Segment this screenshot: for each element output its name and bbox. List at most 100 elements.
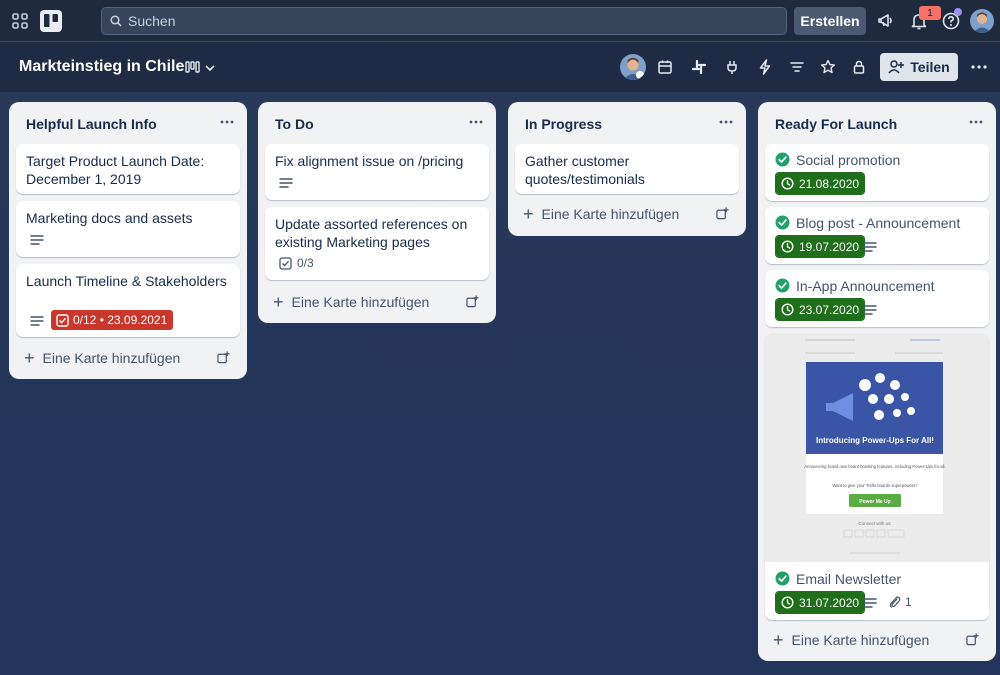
- more-icon[interactable]: [970, 59, 988, 75]
- card-title: In-App Announcement: [796, 278, 935, 294]
- newsletter-preview-image: Introducing Power-Ups For All! Announcin…: [765, 333, 989, 562]
- card-template-icon[interactable]: [716, 207, 729, 220]
- add-card-button[interactable]: + Eine Karte hinzufügen: [773, 630, 983, 650]
- list-title[interactable]: To Do: [275, 116, 314, 132]
- card[interactable]: Gather customer quotes/testimonials: [515, 144, 739, 194]
- search-field[interactable]: [101, 7, 787, 35]
- description-icon: [30, 235, 44, 245]
- due-date-badge[interactable]: 19.07.2020: [774, 235, 866, 258]
- card[interactable]: Blog post - Announcement 19.07.2020: [765, 207, 989, 264]
- checklist-icon: [279, 256, 292, 270]
- list-menu-icon[interactable]: [219, 116, 235, 128]
- avatar[interactable]: [970, 9, 994, 33]
- list-ready-for-launch: Ready For Launch Social promotion 21.08.…: [758, 102, 996, 661]
- list-header: Ready For Launch: [758, 102, 996, 144]
- paperclip-icon: [889, 596, 901, 608]
- plus-icon: +: [523, 203, 534, 224]
- list-helpful-launch-info: Helpful Launch Info Target Product Launc…: [9, 102, 247, 379]
- card-title: Social promotion: [796, 152, 901, 168]
- complete-check-icon[interactable]: [775, 152, 790, 167]
- newsletter-body: Announcing brand new board boosting feat…: [804, 464, 945, 469]
- list-title[interactable]: Ready For Launch: [775, 116, 897, 132]
- list-to-do: To Do Fix alignment issue on /pricing Up…: [258, 102, 496, 323]
- due-date-badge[interactable]: 21.08.2020: [774, 172, 866, 195]
- list-title[interactable]: Helpful Launch Info: [26, 116, 157, 132]
- lock-icon[interactable]: [850, 58, 868, 76]
- description-icon: [30, 316, 44, 326]
- complete-check-icon[interactable]: [775, 215, 790, 230]
- list-menu-icon[interactable]: [718, 116, 734, 128]
- power-up-icon[interactable]: [723, 58, 741, 76]
- card-template-icon[interactable]: [217, 351, 230, 364]
- card[interactable]: Target Product Launch Date: December 1, …: [16, 144, 240, 194]
- card-title: Target Product Launch Date: December 1, …: [26, 153, 205, 187]
- star-icon[interactable]: [819, 58, 837, 76]
- add-card-label: Eine Karte hinzufügen: [541, 206, 680, 222]
- clock-icon: [781, 303, 794, 316]
- card-template-icon[interactable]: [466, 295, 479, 308]
- card[interactable]: Social promotion 21.08.2020: [765, 144, 989, 201]
- list-title[interactable]: In Progress: [525, 116, 602, 132]
- description-icon: [279, 178, 293, 188]
- plus-icon: +: [773, 629, 784, 650]
- checklist-count: 0/3: [297, 256, 314, 270]
- avatar[interactable]: [620, 54, 646, 80]
- calendar-icon[interactable]: [656, 58, 674, 76]
- add-card-button[interactable]: + Eine Karte hinzufügen: [523, 204, 733, 224]
- due-date-badge[interactable]: 31.07.2020: [774, 591, 866, 614]
- trello-logo-icon[interactable]: [40, 10, 62, 32]
- card-title: Marketing docs and assets: [26, 210, 193, 226]
- card-title: Blog post - Announcement: [796, 215, 961, 231]
- checklist-due-text: 0/12 • 23.09.2021: [73, 313, 168, 327]
- card-title: Email Newsletter: [796, 571, 902, 587]
- share-button-label: Teilen: [910, 59, 950, 75]
- add-card-button[interactable]: + Eine Karte hinzufügen: [273, 292, 483, 312]
- clock-icon: [781, 177, 794, 190]
- due-date-text: 21.08.2020: [799, 176, 860, 191]
- description-icon: [863, 305, 877, 315]
- add-card-label: Eine Karte hinzufügen: [291, 294, 430, 310]
- clock-icon: [781, 596, 794, 609]
- card-title: Fix alignment issue on /pricing: [275, 153, 464, 169]
- card[interactable]: Fix alignment issue on /pricing: [265, 144, 489, 200]
- board-title[interactable]: Markteinstieg in Chile: [19, 58, 184, 76]
- automation-icon[interactable]: [756, 58, 774, 76]
- attachment-count: 1: [905, 595, 912, 609]
- checklist-icon: [56, 313, 69, 327]
- board-view-switcher-icon[interactable]: [185, 59, 219, 77]
- description-icon: [863, 598, 877, 608]
- due-date-badge[interactable]: 23.07.2020: [774, 298, 866, 321]
- list-header: In Progress: [508, 102, 746, 144]
- card[interactable]: Introducing Power-Ups For All! Announcin…: [765, 333, 989, 620]
- card[interactable]: Launch Timeline & Stakeholders 0/12 • 23…: [16, 264, 240, 337]
- card-title: Launch Timeline & Stakeholders: [26, 273, 227, 289]
- card-template-icon[interactable]: [966, 633, 979, 646]
- plus-icon: +: [24, 347, 35, 368]
- card[interactable]: Update assorted references on existing M…: [265, 207, 489, 280]
- due-date-text: 23.07.2020: [799, 302, 860, 317]
- megaphone-icon[interactable]: [877, 11, 897, 31]
- search-input[interactable]: [128, 13, 728, 29]
- newsletter-cta: Power Me Up: [859, 499, 890, 505]
- top-navigation-bar: Erstellen 1: [0, 0, 1000, 42]
- search-icon: [110, 15, 122, 27]
- filter-icon[interactable]: [788, 58, 806, 76]
- add-card-button[interactable]: + Eine Karte hinzufügen: [24, 348, 234, 368]
- list-menu-icon[interactable]: [968, 116, 984, 128]
- newsletter-connect: Connect with us:: [858, 521, 891, 526]
- share-button[interactable]: Teilen: [880, 53, 958, 81]
- list-in-progress: In Progress Gather customer quotes/testi…: [508, 102, 746, 236]
- slack-icon[interactable]: [690, 58, 708, 76]
- checklist-progress: 0/3: [279, 256, 314, 270]
- create-button[interactable]: Erstellen: [794, 7, 866, 35]
- newsletter-question: Want to give your Trello boards superpow…: [832, 483, 918, 488]
- apps-grid-icon[interactable]: [12, 13, 28, 29]
- add-card-label: Eine Karte hinzufügen: [791, 632, 930, 648]
- complete-check-icon[interactable]: [775, 571, 790, 586]
- card[interactable]: Marketing docs and assets: [16, 201, 240, 257]
- complete-check-icon[interactable]: [775, 278, 790, 293]
- due-date-text: 19.07.2020: [799, 239, 860, 254]
- card[interactable]: In-App Announcement 23.07.2020: [765, 270, 989, 327]
- checklist-due-badge: 0/12 • 23.09.2021: [51, 310, 174, 330]
- list-menu-icon[interactable]: [468, 116, 484, 128]
